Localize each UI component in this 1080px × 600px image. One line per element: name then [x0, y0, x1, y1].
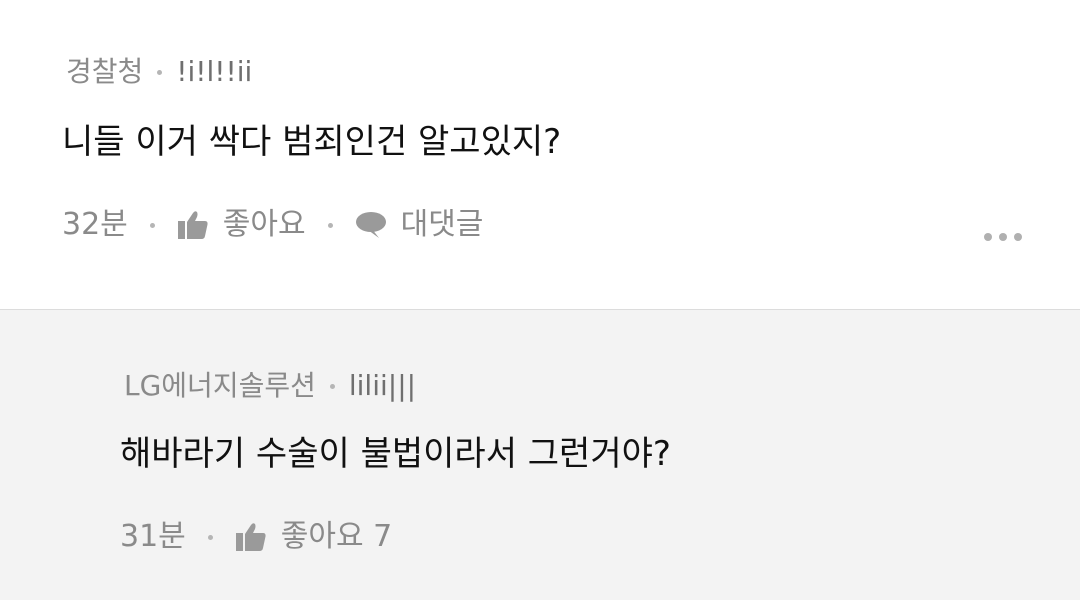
comment-meta: LG에너지솔루션 lilii||| [124, 372, 416, 400]
comment-text: 니들 이거 싹다 범죄인건 알고있지? [62, 122, 562, 162]
more-dot [984, 233, 992, 241]
more-dot [1014, 233, 1022, 241]
meta-separator [329, 383, 335, 389]
author-name[interactable]: LG에너지솔루션 [124, 372, 316, 400]
like-button[interactable]: 좋아요 [177, 210, 306, 240]
speech-bubble-icon [355, 211, 387, 239]
more-dots-icon[interactable] [984, 233, 1022, 241]
action-separator [207, 534, 213, 540]
thumbs-up-icon [235, 522, 267, 552]
like-button[interactable]: 좋아요 7 [235, 522, 392, 552]
action-separator [327, 222, 333, 228]
author-nickname[interactable]: lilii||| [349, 372, 416, 400]
meta-separator [157, 69, 163, 75]
like-label: 좋아요 7 [280, 519, 393, 554]
comment-actions: 31분 좋아요 7 [120, 522, 392, 552]
like-label: 좋아요 [222, 207, 306, 242]
author-nickname[interactable]: !i!l!!ii [176, 58, 252, 86]
more-dot [999, 233, 1007, 241]
thumbs-up-icon [177, 210, 209, 240]
author-name[interactable]: 경찰청 [66, 58, 143, 86]
comment-actions: 32분 좋아요 대댓글 [62, 210, 483, 240]
reply-button[interactable]: 대댓글 [355, 207, 484, 242]
comment: 경찰청 !i!l!!ii 니들 이거 싹다 범죄인건 알고있지? 32분 좋아요 [0, 0, 1080, 309]
comment-time: 32분 [62, 207, 128, 242]
action-separator [149, 222, 155, 228]
comment-text: 해바라기 수술이 불법이라서 그런거야? [120, 434, 671, 474]
comment-meta: 경찰청 !i!l!!ii [66, 58, 252, 86]
reply-label: 대댓글 [400, 207, 484, 242]
reply-comment: LG에너지솔루션 lilii||| 해바라기 수술이 불법이라서 그런거야? 3… [0, 309, 1080, 600]
comment-time: 31분 [120, 519, 186, 554]
